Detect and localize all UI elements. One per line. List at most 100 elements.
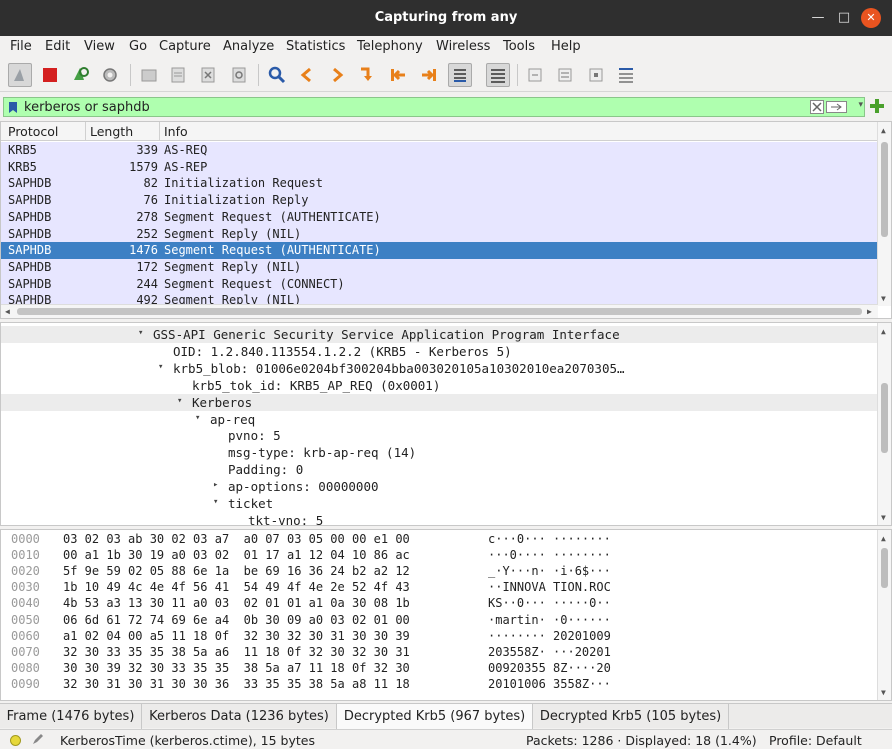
maximize-icon[interactable]: □ [834, 8, 854, 28]
menu-statistics[interactable]: Statistics [286, 39, 345, 54]
tab-decrypted-krb5-105[interactable]: Decrypted Krb5 (105 bytes) [533, 704, 729, 729]
expand-down-icon[interactable]: ▾ [213, 497, 218, 507]
bytes-vscrollbar[interactable]: ▲ ▼ [877, 530, 891, 700]
expert-info-icon[interactable] [10, 735, 21, 746]
scroll-left-icon[interactable]: ◀ [5, 307, 10, 316]
packet-row[interactable]: KRB5 1579 AS-REP [1, 158, 878, 176]
scroll-thumb[interactable] [17, 308, 862, 315]
expand-down-icon[interactable]: ▾ [158, 362, 163, 372]
byte-row[interactable]: 0000 03 02 03 ab 30 02 03 a7 a0 07 03 05 … [1, 532, 878, 548]
edit-comment-icon[interactable] [31, 732, 45, 749]
tab-kerberos-data[interactable]: Kerberos Data (1236 bytes) [142, 704, 337, 729]
expand-right-icon[interactable]: ▸ [213, 480, 218, 490]
go-first-icon[interactable] [386, 63, 410, 87]
go-to-packet-icon[interactable] [355, 63, 379, 87]
close-icon[interactable]: ✕ [861, 8, 881, 28]
byte-row[interactable]: 0010 00 a1 1b 30 19 a0 03 02 01 17 a1 12 … [1, 548, 878, 564]
zoom-in-icon[interactable] [523, 63, 547, 87]
bookmark-icon[interactable] [8, 101, 18, 118]
scroll-down-icon[interactable]: ▼ [881, 688, 886, 697]
scroll-thumb[interactable] [881, 383, 888, 453]
scroll-up-icon[interactable]: ▲ [881, 126, 886, 135]
detail-tree-item[interactable]: ▸ ap-options: 00000000 [1, 478, 878, 495]
status-profile[interactable]: Profile: Default [769, 733, 862, 748]
byte-row[interactable]: 0080 30 30 39 32 30 33 35 35 38 5a a7 11 … [1, 661, 878, 677]
detail-tree-item[interactable]: ▾ ap-req [1, 411, 878, 428]
detail-tree-item[interactable]: OID: 1.2.840.113554.1.2.2 (KRB5 - Kerber… [1, 343, 878, 360]
options-gear-icon[interactable] [98, 63, 122, 87]
menu-edit[interactable]: Edit [45, 39, 70, 54]
expand-down-icon[interactable]: ▾ [138, 328, 143, 338]
packet-row[interactable]: SAPHDB 76 Initialization Reply [1, 192, 878, 210]
menu-telephony[interactable]: Telephony [357, 39, 423, 54]
packet-list-vscrollbar[interactable]: ▲ ▼ [877, 122, 891, 306]
zoom-normal-icon[interactable] [584, 63, 608, 87]
byte-row[interactable]: 0050 06 6d 61 72 74 69 6e a4 0b 30 09 a0 … [1, 613, 878, 629]
clear-filter-icon[interactable] [810, 100, 824, 118]
menu-capture[interactable]: Capture [159, 39, 211, 54]
find-icon[interactable] [265, 63, 289, 87]
packet-row[interactable]: SAPHDB 82 Initialization Request [1, 175, 878, 193]
reload-icon[interactable] [227, 63, 251, 87]
detail-tree-item[interactable]: ▾ ticket [1, 495, 878, 512]
packet-row[interactable]: SAPHDB 278 Segment Request (AUTHENTICATE) [1, 208, 878, 226]
scroll-right-icon[interactable]: ▶ [867, 307, 872, 316]
packet-row[interactable]: SAPHDB 244 Segment Request (CONNECT) [1, 275, 878, 293]
shark-fin-icon[interactable] [8, 63, 32, 87]
scroll-up-icon[interactable]: ▲ [881, 327, 886, 336]
tab-decrypted-krb5-967[interactable]: Decrypted Krb5 (967 bytes) [337, 704, 533, 729]
byte-row[interactable]: 0060 a1 02 04 00 a5 11 18 0f 32 30 32 30 … [1, 629, 878, 645]
packet-row[interactable]: SAPHDB 172 Segment Reply (NIL) [1, 258, 878, 276]
filter-history-dropdown-icon[interactable]: ▾ [858, 100, 863, 110]
minimize-icon[interactable]: — [808, 8, 828, 28]
menu-file[interactable]: File [10, 39, 32, 54]
apply-filter-icon[interactable] [826, 100, 852, 118]
byte-row[interactable]: 0030 1b 10 49 4c 4e 4f 56 41 54 49 4f 4e … [1, 580, 878, 596]
resize-columns-icon[interactable] [614, 63, 638, 87]
details-vscrollbar[interactable]: ▲ ▼ [877, 323, 891, 525]
menu-wireless[interactable]: Wireless [436, 39, 490, 54]
tab-frame[interactable]: Frame (1476 bytes) [0, 704, 142, 729]
colorize-icon[interactable] [486, 63, 510, 87]
packet-list-hscrollbar[interactable]: ◀ ▶ [1, 304, 878, 318]
menu-tools[interactable]: Tools [503, 39, 535, 54]
column-header-info[interactable]: Info [164, 124, 188, 139]
display-filter-input[interactable]: kerberos or saphdb ▾ [3, 97, 865, 117]
scroll-down-icon[interactable]: ▼ [881, 513, 886, 522]
packet-row[interactable]: SAPHDB 1476 Segment Request (AUTHENTICATE) [1, 242, 878, 260]
stop-icon[interactable] [38, 63, 62, 87]
menu-help[interactable]: Help [551, 39, 581, 54]
detail-tree-item[interactable]: Padding: 0 [1, 461, 878, 478]
menu-analyze[interactable]: Analyze [223, 39, 274, 54]
column-divider[interactable] [159, 122, 160, 141]
column-divider[interactable] [85, 122, 86, 141]
byte-row[interactable]: 0020 5f 9e 59 02 05 88 6e 1a be 69 16 36 … [1, 564, 878, 580]
menu-view[interactable]: View [84, 39, 115, 54]
scroll-up-icon[interactable]: ▲ [881, 534, 886, 543]
scroll-down-icon[interactable]: ▼ [881, 294, 886, 303]
menu-go[interactable]: Go [129, 39, 147, 54]
detail-tree-item[interactable]: krb5_tok_id: KRB5_AP_REQ (0x0001) [1, 377, 878, 394]
go-forward-icon[interactable] [325, 63, 349, 87]
byte-row[interactable]: 0070 32 30 33 35 35 38 5a a6 11 18 0f 32 … [1, 645, 878, 661]
byte-row[interactable]: 0090 32 30 31 30 31 30 30 36 33 35 35 38 … [1, 677, 878, 693]
add-filter-button-icon[interactable] [869, 98, 885, 118]
column-header-protocol[interactable]: Protocol [8, 124, 58, 139]
detail-tree-item[interactable]: ▾ krb5_blob: 01006e0204bf300204bba0030201… [1, 360, 878, 377]
scroll-thumb[interactable] [881, 142, 888, 237]
expand-down-icon[interactable]: ▾ [195, 413, 200, 423]
close-file-icon[interactable] [196, 63, 220, 87]
save-file-icon[interactable] [166, 63, 190, 87]
detail-tree-item[interactable]: msg-type: krb-ap-req (14) [1, 444, 878, 461]
packet-row[interactable]: KRB5 339 AS-REQ [1, 142, 878, 159]
go-back-icon[interactable] [295, 63, 319, 87]
byte-row[interactable]: 0040 4b 53 a3 13 30 11 a0 03 02 01 01 a1 … [1, 596, 878, 612]
auto-scroll-icon[interactable] [448, 63, 472, 87]
packet-row[interactable]: SAPHDB 252 Segment Reply (NIL) [1, 225, 878, 243]
expand-down-icon[interactable]: ▾ [177, 396, 182, 406]
zoom-out-icon[interactable] [553, 63, 577, 87]
detail-tree-item[interactable]: tkt-vno: 5 [1, 512, 878, 525]
scroll-thumb[interactable] [881, 548, 888, 588]
column-header-length[interactable]: Length [90, 124, 133, 139]
detail-tree-item[interactable]: ▾ Kerberos [1, 393, 878, 411]
